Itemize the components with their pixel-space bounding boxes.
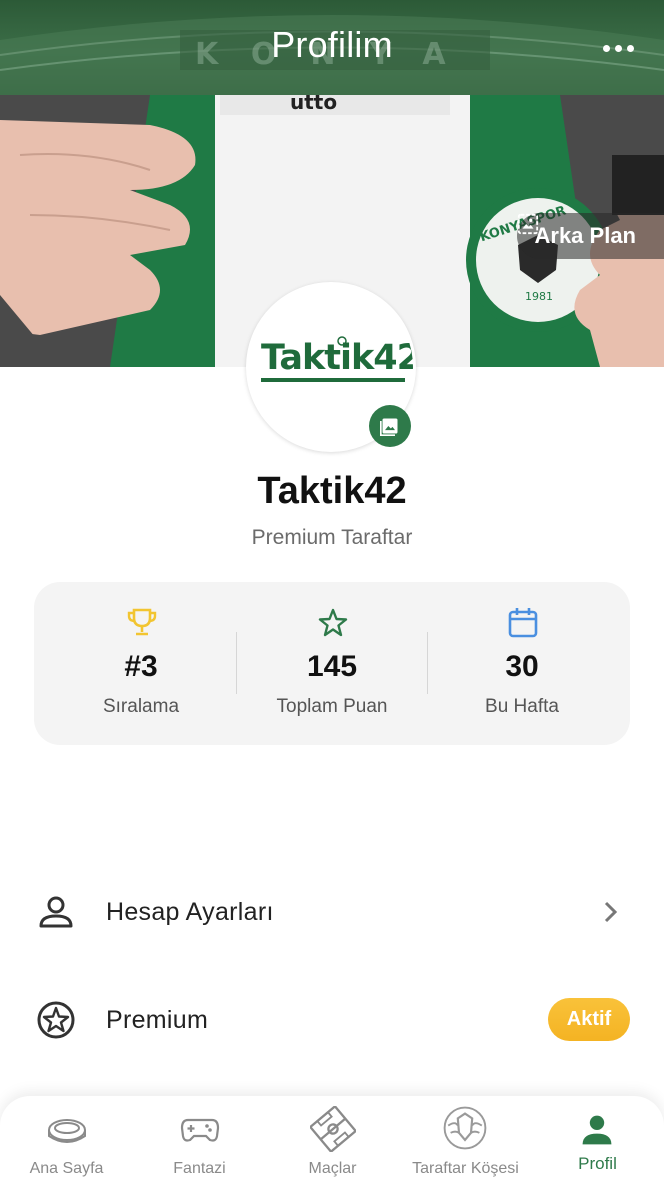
nav-label: Taraftar Köşesi	[412, 1160, 519, 1177]
nav-label: Ana Sayfa	[29, 1160, 104, 1177]
person-icon	[582, 1115, 612, 1145]
stat-this-week-value: 30	[505, 650, 539, 683]
eagle-crest-icon	[443, 1106, 487, 1150]
crest-year: 1981	[525, 290, 553, 303]
pitch-icon	[310, 1106, 356, 1152]
stat-ranking-value: #3	[124, 650, 158, 683]
change-background-button[interactable]: Arka Plan	[516, 213, 664, 259]
gamepad-icon	[180, 1118, 220, 1142]
membership-level: Premium Taraftar	[251, 526, 413, 549]
premium-status-badge: Aktif	[548, 998, 630, 1041]
dot-icon	[614, 44, 622, 52]
app-header: KONYA Profilim	[0, 0, 664, 95]
dot-icon	[602, 44, 610, 52]
stat-total-points: 145 Toplam Puan	[237, 582, 427, 745]
chevron-right-icon	[604, 901, 618, 923]
stat-total-points-value: 145	[306, 650, 358, 683]
menu-item-account-settings[interactable]: Hesap Ayarları	[0, 868, 664, 958]
menu-item-premium[interactable]: Premium Aktif	[0, 976, 664, 1066]
more-options-button[interactable]	[598, 36, 638, 60]
nav-label: Fantazi	[173, 1160, 226, 1177]
star-outline-icon	[318, 608, 348, 637]
stadium-icon	[48, 1119, 86, 1143]
image-icon	[517, 213, 538, 235]
stat-ranking-label: Sıralama	[102, 696, 180, 717]
change-photo-button[interactable]	[369, 405, 411, 447]
nav-item-matches[interactable]: Maçlar	[266, 1096, 399, 1200]
nav-item-profile[interactable]: Profil	[531, 1096, 664, 1200]
stat-this-week: 30 Bu Hafta	[427, 582, 617, 745]
dot-icon	[626, 44, 634, 52]
stat-total-points-label: Toplam Puan	[276, 696, 388, 717]
nav-item-home[interactable]: Ana Sayfa	[0, 1096, 133, 1200]
star-circle-icon	[37, 1001, 75, 1039]
calendar-icon	[508, 608, 538, 638]
premium-label: Premium	[106, 1006, 209, 1034]
stats-card: #3 Sıralama 145 Toplam Puan 30 Bu Hafta	[34, 582, 630, 745]
jersey-sponsor: utto	[290, 95, 337, 114]
person-outline-icon	[39, 896, 73, 928]
stat-this-week-label: Bu Hafta	[485, 696, 559, 717]
nav-label: Profil	[578, 1154, 617, 1173]
account-settings-label: Hesap Ayarları	[106, 898, 274, 926]
username: Taktik42	[257, 470, 407, 512]
stat-ranking: #3 Sıralama	[46, 582, 236, 745]
change-background-label: Arka Plan	[534, 223, 637, 248]
photo-icon	[380, 418, 398, 436]
nav-item-fan-corner[interactable]: Taraftar Köşesi	[399, 1096, 532, 1200]
nav-item-fantasy[interactable]: Fantazi	[133, 1096, 266, 1200]
bottom-navigation: Ana Sayfa Fantazi Maçlar Taraftar Köşesi…	[0, 1096, 664, 1200]
page-title: Profilim	[271, 24, 393, 65]
nav-label: Maçlar	[308, 1160, 357, 1177]
trophy-icon	[127, 608, 157, 636]
